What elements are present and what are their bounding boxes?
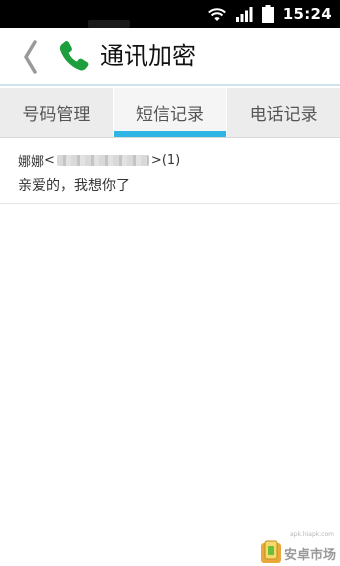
page-title: 通讯加密: [100, 42, 196, 70]
battery-icon: [261, 5, 274, 23]
title-bar: 通讯加密: [0, 28, 340, 86]
status-time: 15:24: [282, 5, 332, 23]
signal-icon: [235, 7, 253, 22]
masked-phone-number: [56, 154, 149, 166]
watermark: 安卓市场: [260, 540, 336, 564]
watermark-url: apk.hiapk.com: [289, 531, 334, 538]
tab-label: 电话记录: [249, 105, 318, 125]
tab-number-management[interactable]: 号码管理: [0, 88, 113, 137]
sender-name: 娜娜: [18, 154, 45, 170]
tab-call-records[interactable]: 电话记录: [226, 88, 340, 137]
chevron-left-icon: [24, 40, 37, 74]
tab-bar: 号码管理 短信记录 电话记录: [0, 88, 340, 138]
tab-sms-records[interactable]: 短信记录: [112, 88, 227, 137]
message-count: (1): [161, 152, 181, 168]
sender-bracket-open: <: [44, 152, 55, 168]
status-bar-notch: [88, 20, 130, 28]
sender-row: 娜娜 < > (1): [18, 151, 340, 170]
status-bar: 15:24: [0, 0, 340, 28]
message-body: 亲爱的，我想你了: [18, 178, 130, 194]
tab-label: 号码管理: [22, 105, 91, 125]
status-icons: 15:24: [207, 4, 332, 24]
phone-icon: [59, 41, 89, 71]
back-button[interactable]: [16, 36, 44, 78]
sender-bracket-close: >: [150, 152, 162, 168]
active-tab-indicator: [113, 131, 227, 137]
list-item[interactable]: 娜娜 < > (1) 亲爱的，我想你了: [0, 138, 340, 204]
market-logo-icon: [260, 540, 281, 563]
sms-list: 娜娜 < > (1) 亲爱的，我想你了: [0, 138, 340, 204]
wifi-icon: [207, 8, 226, 21]
watermark-text: 安卓市场: [283, 548, 336, 563]
tab-label: 短信记录: [136, 105, 204, 125]
